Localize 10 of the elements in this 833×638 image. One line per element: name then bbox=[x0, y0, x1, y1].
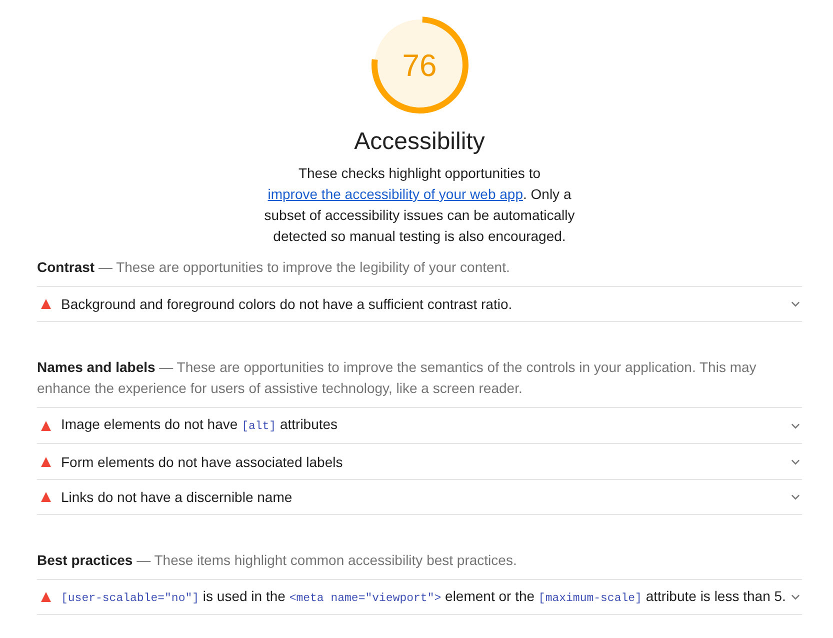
score-value: 76 bbox=[402, 50, 437, 80]
audit-row[interactable]: [user-scalable="no"] is used in the <meta name="viewport"> element or the [maximum-scale] attribute is less than 5. bbox=[37, 579, 802, 615]
learn-more-link[interactable]: improve the accessibility of your web app bbox=[268, 186, 523, 202]
group-heading: Names and labels — These are opportunities to improve the semantics of the controls in your application. This may enhance the experience for users of assistive technology, like a screen reader. bbox=[37, 358, 758, 398]
group-heading: Best practices — These items highlight common accessibility best practices. bbox=[37, 551, 518, 570]
category-description: These checks highlight opportunities to improve the accessibility of your web app. Only a subset of accessibility issues can be automatically detected so manual testing is also encouraged. bbox=[263, 164, 576, 246]
category-title: Accessibility bbox=[354, 127, 485, 157]
audit-row[interactable]: Links do not have a discernible name bbox=[37, 479, 802, 515]
audit-row[interactable]: Background and foreground colors do not have a sufficient contrast ratio. bbox=[37, 286, 802, 322]
group-heading: Contrast — These are opportunities to improve the legibility of your content. bbox=[37, 258, 511, 277]
